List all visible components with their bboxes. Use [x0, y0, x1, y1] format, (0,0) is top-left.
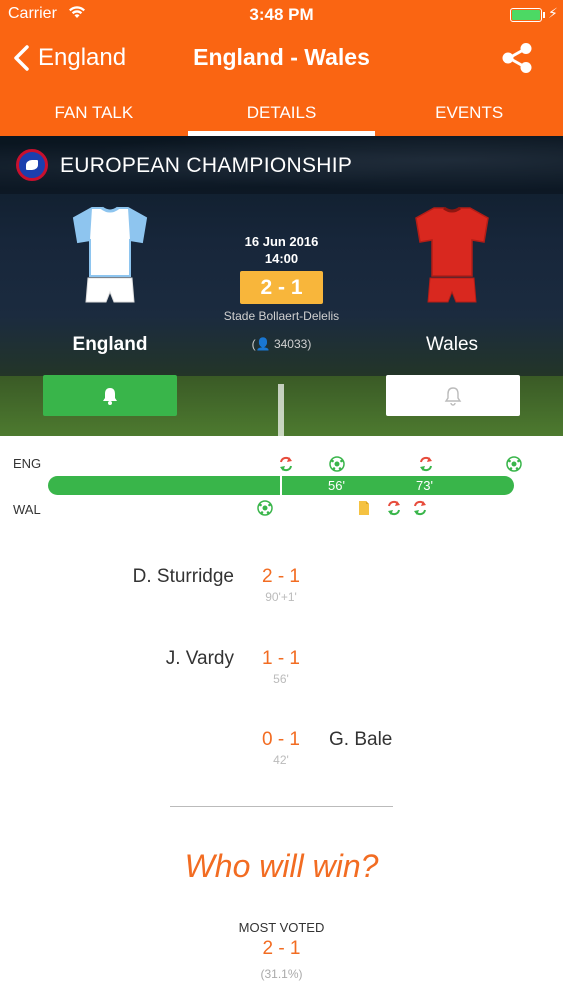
ball-icon	[506, 456, 522, 472]
goal-score: 0 - 1	[261, 729, 301, 750]
bell-outline-icon	[444, 386, 462, 406]
most-voted-percent: (31.1%)	[260, 967, 303, 981]
final-score: 2 - 1	[240, 271, 323, 304]
goal-minute: 42'	[273, 753, 289, 767]
person-icon: 👤	[255, 337, 271, 351]
ball-icon	[257, 500, 273, 516]
timeline-minute-marker: 56'	[328, 478, 345, 493]
tab-bar: FAN TALK DETAILS EVENTS	[0, 86, 563, 136]
charging-icon: ⚡	[548, 5, 558, 21]
goal-scorer: G. Bale	[329, 729, 393, 750]
goal-score: 1 - 1	[261, 648, 301, 669]
competition-name: EUROPEAN CHAMPIONSHIP	[60, 154, 353, 177]
timeline-minute-marker: 73'	[416, 478, 433, 493]
goal-row: D. Sturridge 2 - 1 90'+1'	[0, 566, 563, 626]
nav-bar: England England - Wales	[0, 30, 563, 86]
match-date: 16 Jun 2016	[244, 234, 319, 249]
away-alerts-button[interactable]	[386, 375, 520, 416]
clock: 3:48 PM	[249, 5, 314, 24]
section-divider	[170, 806, 393, 807]
goal-row: 0 - 1 G. Bale 42'	[0, 729, 563, 789]
goal-minute: 90'+1'	[265, 590, 297, 604]
attendance: (👤 34033)	[251, 337, 312, 351]
attendance-count: 34033	[273, 337, 308, 351]
away-team-name: Wales	[425, 334, 479, 355]
wales-shirt-icon	[415, 206, 489, 303]
timeline-away-code: WAL	[13, 502, 41, 517]
goal-scorer: D. Sturridge	[132, 566, 234, 587]
battery-tip	[543, 12, 545, 18]
home-team-name: England	[72, 334, 148, 355]
tab-details[interactable]: DETAILS	[187, 86, 376, 136]
page-title: England - Wales	[193, 44, 370, 70]
goal-row: J. Vardy 1 - 1 56'	[0, 648, 563, 708]
substitution-icon	[420, 456, 432, 472]
most-voted-score: 2 - 1	[262, 938, 301, 959]
battery-icon	[510, 8, 542, 22]
substitution-icon	[280, 456, 292, 472]
timeline-home-code: ENG	[13, 456, 42, 471]
bell-icon	[103, 387, 117, 405]
yellow-card-icon	[359, 501, 369, 515]
tab-fan-talk[interactable]: FAN TALK	[0, 86, 188, 136]
competition-logo	[16, 149, 48, 181]
substitution-icon	[388, 500, 400, 516]
venue-name: Stade Bollaert-Delelis	[223, 309, 340, 323]
pitch-line	[278, 384, 284, 436]
tab-events[interactable]: EVENTS	[375, 86, 563, 136]
ball-icon	[329, 456, 345, 472]
substitution-icon	[414, 500, 426, 516]
home-alerts-button[interactable]	[43, 375, 177, 416]
most-voted-label: MOST VOTED	[238, 920, 325, 935]
england-shirt-icon	[72, 206, 148, 303]
timeline-halftime-marker	[280, 476, 282, 495]
goal-score: 2 - 1	[261, 566, 301, 587]
match-time: 14:00	[264, 251, 299, 266]
prediction-title[interactable]: Who will win?	[0, 848, 563, 885]
goal-minute: 56'	[273, 672, 289, 686]
status-bar: Carrier 3:48 PM ⚡	[0, 0, 563, 30]
goal-scorer: J. Vardy	[165, 648, 234, 669]
share-icon[interactable]	[500, 42, 534, 74]
